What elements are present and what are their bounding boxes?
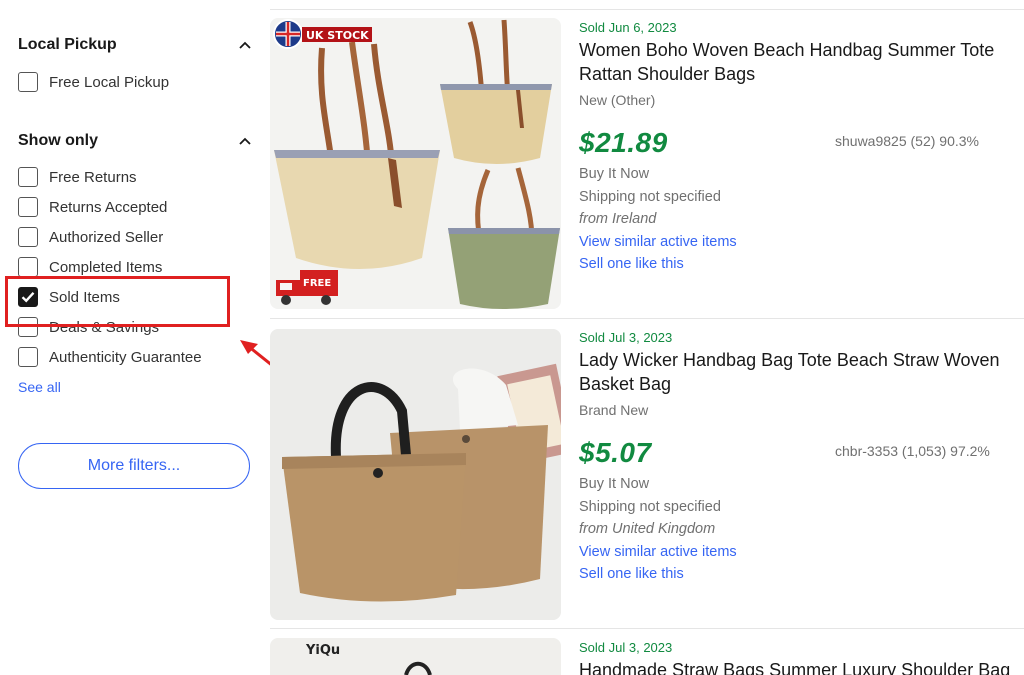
checkbox[interactable]	[18, 167, 38, 187]
filter-sidebar: Local Pickup Free Local Pickup Show only…	[0, 0, 262, 675]
filter-option-completed-items[interactable]: Completed Items	[18, 256, 162, 278]
filter-option-authorized-seller[interactable]: Authorized Seller	[18, 226, 163, 248]
sell-one-like-this-link[interactable]: Sell one like this	[579, 563, 1024, 586]
filter-option-authenticity-guarantee[interactable]: Authenticity Guarantee	[18, 346, 202, 368]
item-location: from United Kingdom	[579, 521, 716, 537]
sell-one-like-this-link[interactable]: Sell one like this	[579, 253, 1024, 276]
checkbox[interactable]	[18, 257, 38, 277]
view-similar-link[interactable]: View similar active items	[579, 231, 1024, 254]
sold-price: $21.89	[579, 127, 668, 158]
purchase-format: Buy It Now	[579, 476, 650, 492]
filter-option-deals-savings[interactable]: Deals & Savings	[18, 316, 159, 338]
listing-title-line[interactable]: Basket Bag	[579, 372, 1024, 396]
filter-option-label: Free Local Pickup	[49, 73, 170, 91]
checkbox[interactable]	[18, 347, 38, 367]
listing-info: Sold Jun 6, 2023 Women Boho Woven Beach …	[579, 20, 1024, 276]
seller-info: chbr-3353 (1,053) 97.2%	[835, 443, 990, 459]
listing-title[interactable]: Women Boho Woven Beach Handbag Summer To…	[579, 38, 1024, 86]
listing-title-line[interactable]: Women Boho Woven Beach Handbag Summer To…	[579, 38, 1024, 62]
listing-info: Sold Jul 3, 2023 Lady Wicker Handbag Bag…	[579, 330, 1024, 586]
show-only-title: Show only	[18, 132, 98, 149]
local-pickup-title: Local Pickup	[18, 36, 117, 53]
item-condition: New (Other)	[579, 92, 656, 108]
seller-info: shuwa9825 (52) 90.3%	[835, 133, 979, 149]
divider	[270, 318, 1024, 319]
sold-date: Sold Jul 3, 2023	[579, 330, 673, 345]
show-only-header[interactable]: Show only	[18, 130, 254, 152]
checkbox[interactable]	[18, 227, 38, 247]
checkbox-checked[interactable]	[18, 287, 38, 307]
filter-option-label: Completed Items	[49, 258, 163, 276]
shipping-info: Shipping not specified	[579, 188, 721, 205]
filter-option-label: Deals & Savings	[49, 318, 160, 336]
brand-logo-text: YiQu	[305, 643, 340, 658]
filter-option-label: Sold Items	[49, 288, 120, 306]
listing-image[interactable]	[270, 329, 561, 620]
listing-image[interactable]: YiQu	[270, 638, 561, 675]
see-all-link[interactable]: See all	[18, 379, 61, 395]
divider	[270, 628, 1024, 629]
local-pickup-header[interactable]: Local Pickup	[18, 34, 254, 56]
filter-option-label: Authorized Seller	[49, 228, 164, 246]
price-row: $21.89 shuwa9825 (52) 90.3%	[579, 127, 1024, 163]
shipping-info: Shipping not specified	[579, 498, 721, 515]
filter-option-free-returns[interactable]: Free Returns	[18, 166, 137, 188]
search-results: UK STOCK FREE Sold Jun 6, 2023 Women Boh…	[270, 0, 1024, 675]
purchase-format: Buy It Now	[579, 166, 650, 182]
listing-title[interactable]: Lady Wicker Handbag Bag Tote Beach Straw…	[579, 348, 1024, 396]
listing-info: Sold Jul 3, 2023 Handmade Straw Bags Sum…	[579, 640, 1024, 675]
chevron-up-icon[interactable]	[236, 36, 254, 54]
filter-option-label: Free Returns	[49, 168, 137, 186]
filter-option-sold-items[interactable]: Sold Items	[18, 286, 120, 308]
listing-title-line[interactable]: Rattan Shoulder Bags	[579, 62, 1024, 86]
view-similar-link[interactable]: View similar active items	[579, 541, 1024, 564]
listing-title-line[interactable]: Handmade Straw Bags Summer Luxury Should…	[579, 658, 1024, 675]
listing-title[interactable]: Handmade Straw Bags Summer Luxury Should…	[579, 658, 1024, 675]
sold-date: Sold Jul 3, 2023	[579, 640, 673, 655]
sold-date: Sold Jun 6, 2023	[579, 20, 677, 35]
filter-option-label: Authenticity Guarantee	[49, 348, 202, 366]
checkbox[interactable]	[18, 197, 38, 217]
chevron-up-icon[interactable]	[236, 132, 254, 150]
item-condition: Brand New	[579, 402, 649, 418]
item-location: from Ireland	[579, 211, 657, 227]
free-shipping-badge: FREE	[303, 278, 331, 289]
filter-option-label: Returns Accepted	[49, 198, 168, 216]
divider	[270, 9, 1024, 10]
listing-title-line[interactable]: Lady Wicker Handbag Bag Tote Beach Straw…	[579, 348, 1024, 372]
listing-image[interactable]: UK STOCK FREE	[270, 18, 561, 309]
checkmark-icon	[21, 291, 35, 303]
more-filters-button[interactable]: More filters...	[18, 443, 250, 489]
uk-stock-badge: UK STOCK	[306, 29, 369, 42]
price-row: $5.07 chbr-3353 (1,053) 97.2%	[579, 437, 1024, 473]
sold-price: $5.07	[579, 437, 652, 468]
filter-option-returns-accepted[interactable]: Returns Accepted	[18, 196, 167, 218]
checkbox[interactable]	[18, 317, 38, 337]
filter-option-free-local-pickup[interactable]: Free Local Pickup	[18, 71, 169, 93]
checkbox[interactable]	[18, 72, 38, 92]
